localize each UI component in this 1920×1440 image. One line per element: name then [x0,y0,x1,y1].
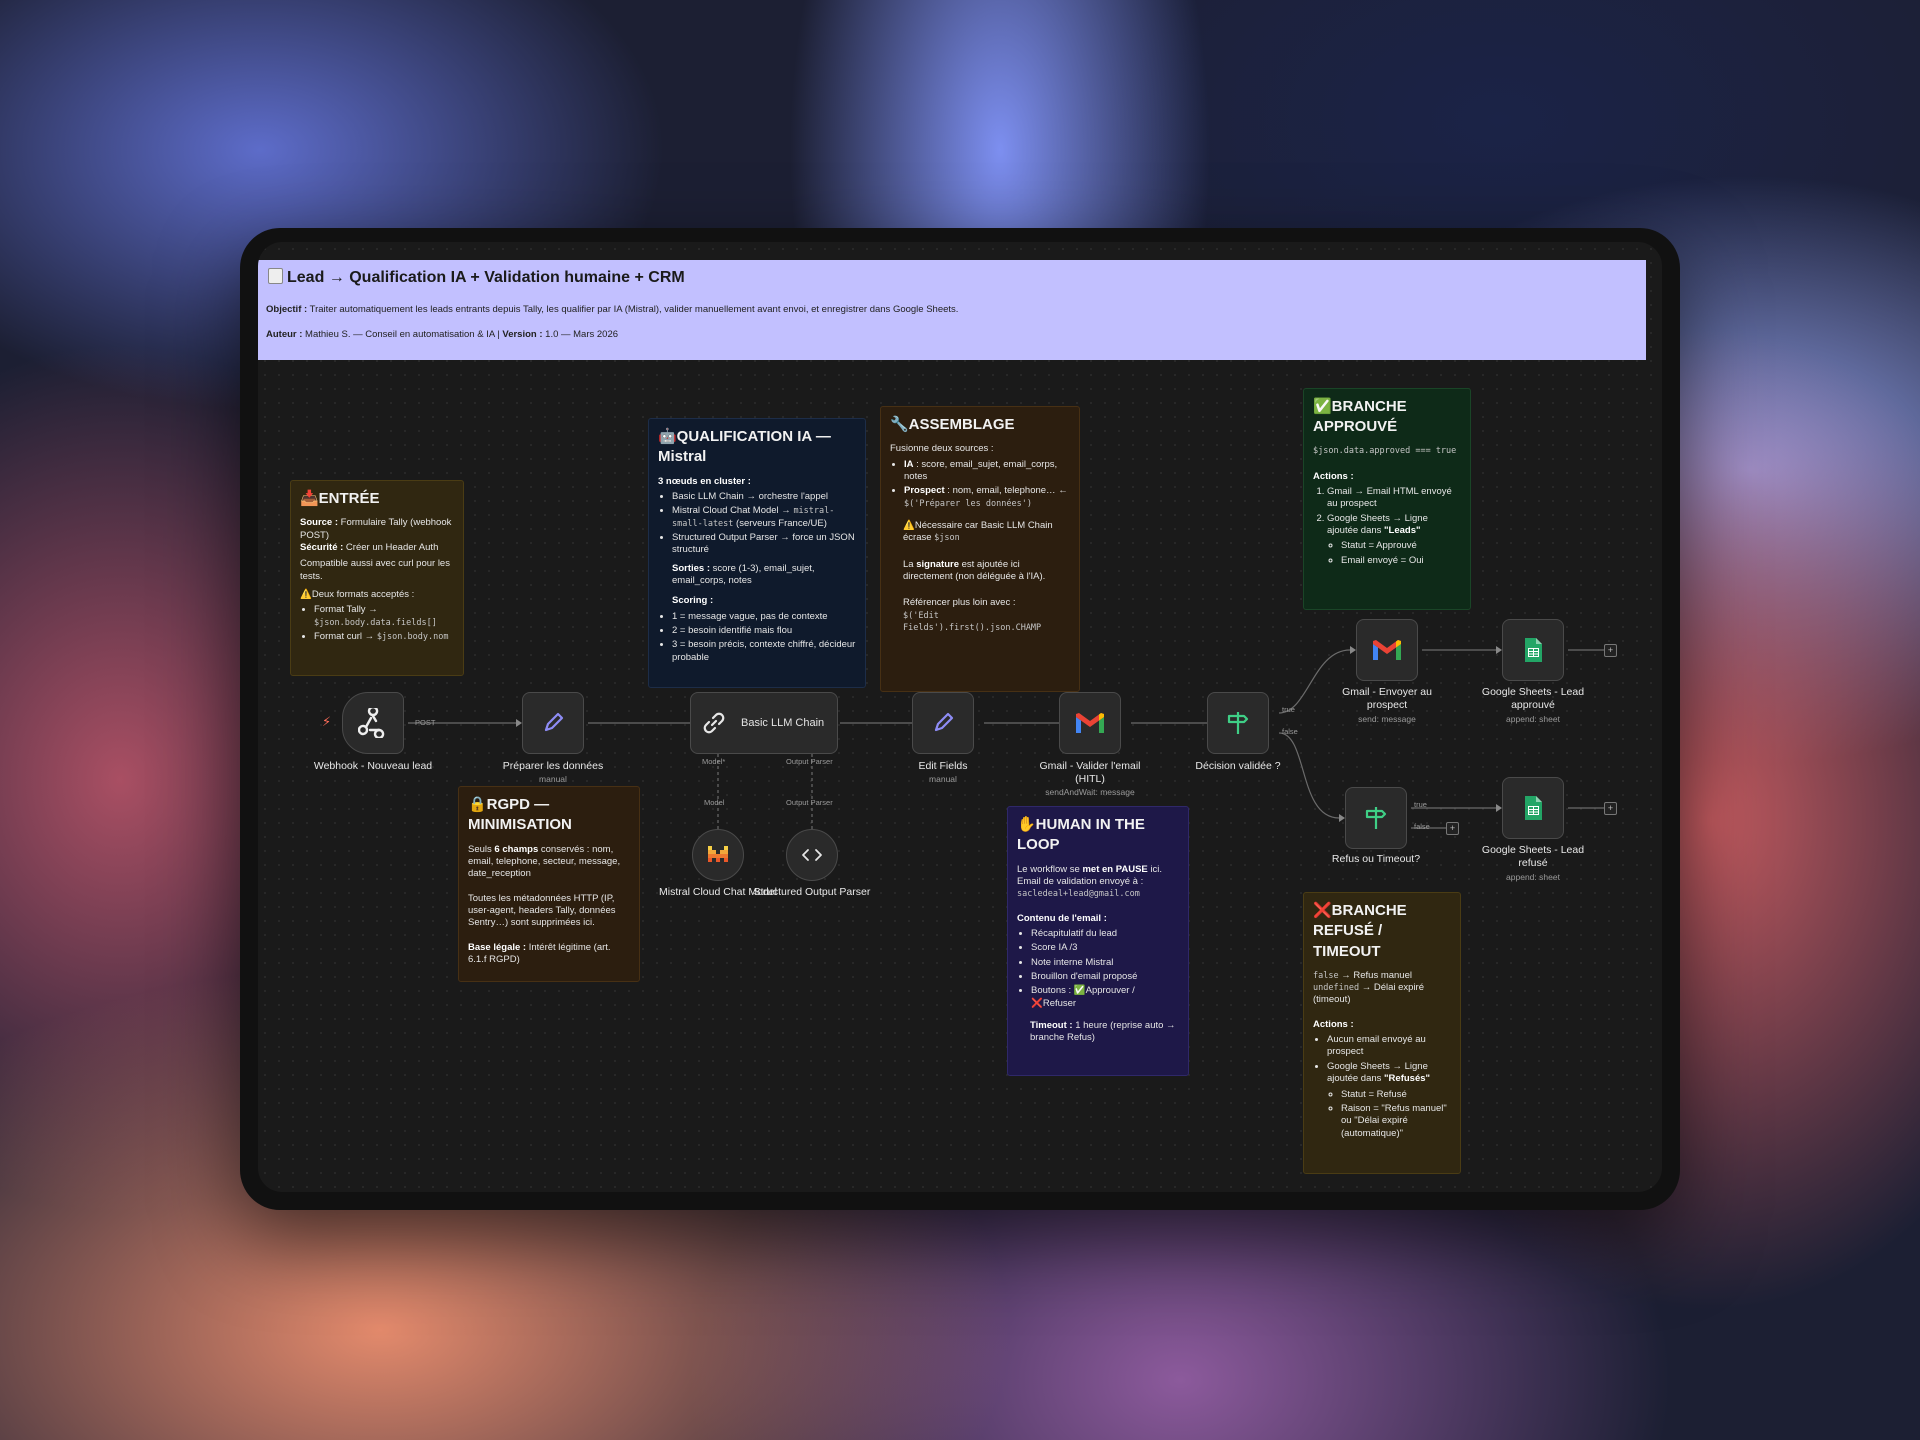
decision-port-false: false [1282,727,1298,736]
node-gmail-send[interactable] [1356,619,1418,681]
node-refus-label: Refus ou Timeout? [1331,853,1421,865]
node-gmail-validate-label: Gmail - Valider l'email (HITL) [1039,760,1141,785]
note-rgpd-title: 🔒RGPD — MINIMISATION [468,796,572,834]
note-entree[interactable]: 📥ENTRÉE Source : Formulaire Tally (webho… [290,480,464,676]
sheets-icon [1525,796,1542,820]
node-output-parser[interactable] [786,829,838,881]
note-refuse[interactable]: ❌BRANCHE REFUSÉ / TIMEOUT false → Refus … [1303,892,1461,1174]
note-qualification-title: 🤖QUALIFICATION IA — Mistral [658,428,831,466]
add-node-button[interactable]: + [1604,802,1617,815]
webhook-port-label: POST [415,718,436,727]
node-edit-sub: manual [929,774,957,784]
pencil-icon [544,712,564,732]
signpost-icon [1365,807,1387,829]
note-qualification[interactable]: 🤖QUALIFICATION IA — Mistral 3 nœuds en c… [648,418,866,688]
signpost-icon [1227,712,1249,734]
node-preparer-sub: manual [539,774,567,784]
node-decision[interactable] [1207,692,1269,754]
mistral-port-label: Model [704,798,725,807]
node-sheets-refused-sub: append: sheet [1506,872,1560,882]
trigger-bolt-icon: ⚡ [322,714,332,729]
node-preparer-label: Préparer les données [502,760,604,772]
gmail-icon [1373,640,1401,660]
mistral-icon [708,846,728,862]
note-hitl-title: ✋HUMAN IN THE LOOP [1017,816,1145,854]
note-human-in-the-loop[interactable]: ✋HUMAN IN THE LOOP Le workflow se met en… [1007,806,1189,1076]
workflow-canvas[interactable]: Lead → Qualification IA + Validation hum… [258,242,1662,1192]
node-sheets-approved[interactable] [1502,619,1564,681]
node-basic-llm-chain[interactable]: Basic LLM Chain [690,692,838,754]
node-sheets-refused-label: Google Sheets - Lead refusé [1481,844,1585,869]
node-edit-fields[interactable] [912,692,974,754]
code-brackets-icon [802,849,822,861]
pencil-icon [934,712,954,732]
note-rgpd[interactable]: 🔒RGPD — MINIMISATION Seuls 6 champs cons… [458,786,640,982]
add-node-button[interactable]: + [1446,822,1459,835]
add-node-button[interactable]: + [1604,644,1617,657]
llm-port-model: Model* [702,757,726,766]
note-approuve-title: ✅BRANCHE APPROUVÉ [1313,398,1407,436]
node-parser-label: Structured Output Parser [753,886,871,898]
gmail-icon [1076,713,1104,733]
note-entree-title: 📥ENTRÉE [300,490,380,507]
node-gmail-validate-sub: sendAndWait: message [1045,787,1135,797]
node-webhook[interactable] [342,692,404,754]
node-webhook-label: Webhook - Nouveau lead [313,760,433,772]
formats-list: Format Tally → $json.body.data.fields[] … [300,604,454,643]
node-gmail-validate[interactable] [1059,692,1121,754]
llm-port-parser: Output Parser [786,757,833,766]
node-mistral[interactable] [692,829,744,881]
node-sheets-approved-label: Google Sheets - Lead approuvé [1481,686,1585,711]
node-gmail-send-sub: send: message [1358,714,1416,724]
node-edit-label: Edit Fields [918,760,968,772]
refus-port-false: false [1414,822,1430,831]
decision-port-true: true [1282,705,1295,714]
node-sheets-approved-sub: append: sheet [1506,714,1560,724]
node-sheets-refused[interactable] [1502,777,1564,839]
node-preparer[interactable] [522,692,584,754]
wire-decision-false [1278,732,1340,819]
note-refuse-title: ❌BRANCHE REFUSÉ / TIMEOUT [1313,902,1407,960]
sheets-icon [1525,638,1542,662]
webhook-icon [358,708,385,738]
note-assemblage[interactable]: 🔧ASSEMBLAGE Fusionne deux sources : IA :… [880,406,1080,692]
node-llm-label: Basic LLM Chain [741,717,825,729]
node-gmail-send-label: Gmail - Envoyer au prospect [1342,686,1432,711]
note-assemblage-title: 🔧ASSEMBLAGE [890,416,1015,433]
node-refus-timeout[interactable] [1345,787,1407,849]
parser-port-label: Output Parser [786,798,833,807]
note-approuve[interactable]: ✅BRANCHE APPROUVÉ $json.data.approved ==… [1303,388,1471,610]
refus-port-true: true [1414,800,1427,809]
node-decision-label: Décision validée ? [1195,760,1281,772]
link-icon [703,712,725,734]
tablet-frame: Lead → Qualification IA + Validation hum… [240,228,1680,1210]
